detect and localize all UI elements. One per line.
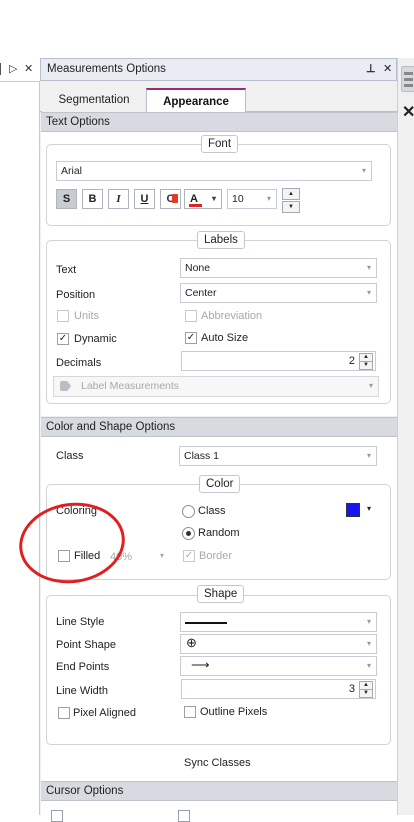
- text-options-header[interactable]: Text Options: [41, 112, 397, 132]
- text-select-value: None: [185, 262, 211, 274]
- label-measurements-placeholder: Label Measurements: [81, 380, 180, 392]
- close-icon[interactable]: ✕: [24, 62, 33, 75]
- panel-title: Measurements Options: [47, 63, 166, 75]
- font-group-title: Font: [201, 135, 239, 153]
- right-dock-strip: ✕: [397, 58, 414, 815]
- autosize-label: Auto Size: [201, 332, 249, 344]
- label-measurements-select[interactable]: Label Measurements ▾: [53, 376, 379, 397]
- chevron-down-icon: ▾: [366, 617, 371, 626]
- pixel-aligned-checkbox[interactable]: [58, 707, 70, 719]
- class-radio-label: Class: [198, 505, 226, 517]
- panel-close-icon[interactable]: ✕: [383, 62, 392, 75]
- decimals-value: 2: [348, 355, 355, 367]
- arrow-right-icon: ⟶: [191, 657, 210, 672]
- edge-mark: [0, 63, 1, 75]
- font-size-up-button[interactable]: ▲: [282, 188, 300, 200]
- chevron-down-icon[interactable]: ▾: [367, 504, 371, 513]
- line-width-value: 3: [348, 683, 355, 695]
- autosize-checkbox[interactable]: ✓: [185, 332, 197, 344]
- tab-left-arrow-icon[interactable]: ▷: [9, 62, 17, 75]
- line-width-label: Line Width: [56, 685, 108, 697]
- font-size-value: 10: [232, 193, 244, 205]
- decimals-spinbox[interactable]: 2 ▲ ▼: [181, 351, 376, 371]
- chevron-down-icon: ▾: [366, 639, 371, 648]
- border-label: Border: [199, 550, 233, 562]
- close-icon[interactable]: ✕: [402, 102, 414, 122]
- left-dock-toolbar: ▷ ✕: [0, 58, 40, 82]
- font-color-bar: [189, 204, 202, 207]
- text-label: Text: [56, 264, 77, 276]
- line-style-label: Line Style: [56, 616, 105, 628]
- font-size-down-button[interactable]: ▼: [282, 201, 300, 213]
- labels-group-title: Labels: [197, 231, 245, 249]
- color-shape-header[interactable]: Color and Shape Options: [41, 417, 397, 437]
- chevron-down-icon: ▾: [366, 451, 371, 460]
- tab-appearance[interactable]: Appearance: [146, 88, 246, 112]
- font-color-button[interactable]: A ▾: [184, 189, 222, 209]
- cursor-options-header[interactable]: Cursor Options: [41, 781, 397, 801]
- left-dock-strip: [0, 58, 40, 815]
- chevron-down-icon: ▾: [266, 194, 271, 203]
- color-group-title: Color: [199, 475, 241, 493]
- chevron-down-icon: ▾: [212, 194, 217, 203]
- chevron-down-icon: ▾: [361, 166, 366, 175]
- layers-icon[interactable]: [401, 66, 414, 92]
- dynamic-checkbox[interactable]: ✓: [57, 333, 69, 345]
- end-points-label: End Points: [56, 661, 110, 673]
- tab-segmentation[interactable]: Segmentation: [42, 88, 146, 112]
- class-select-value: Class 1: [184, 450, 220, 462]
- position-select-value: Center: [185, 287, 217, 299]
- font-family-value: Arial: [61, 165, 83, 177]
- crosshair-circle-icon: ⊕: [186, 635, 197, 650]
- class-label: Class: [56, 450, 84, 462]
- cursor-options-body: [41, 801, 397, 822]
- abbreviation-checkbox[interactable]: [185, 310, 197, 322]
- color-swatch[interactable]: [346, 503, 360, 517]
- units-label: Units: [74, 310, 100, 322]
- tag-icon: [60, 381, 71, 391]
- text-select[interactable]: None ▾: [180, 258, 377, 278]
- cursor-option-checkbox[interactable]: [51, 810, 63, 822]
- line-style-select[interactable]: ▾: [180, 612, 377, 632]
- solid-line-icon: [185, 622, 227, 624]
- cursor-option-checkbox[interactable]: [178, 810, 190, 822]
- line-width-down-button[interactable]: ▼: [359, 689, 373, 698]
- point-shape-label: Point Shape: [56, 639, 116, 651]
- dynamic-label: Dynamic: [74, 333, 117, 345]
- chevron-down-icon: ▾: [368, 381, 373, 390]
- font-family-select[interactable]: Arial ▾: [56, 161, 372, 181]
- chevron-down-icon: ▾: [366, 263, 371, 272]
- color-fill-button[interactable]: C: [160, 189, 181, 209]
- units-checkbox[interactable]: [57, 310, 69, 322]
- border-checkbox[interactable]: ✓: [183, 550, 195, 562]
- font-group: [46, 144, 391, 226]
- bold-button[interactable]: B: [82, 189, 103, 209]
- chevron-down-icon: ▾: [366, 661, 371, 670]
- decimals-down-button[interactable]: ▼: [359, 361, 373, 370]
- class-radio[interactable]: [182, 505, 195, 518]
- line-width-spinbox[interactable]: 3 ▲ ▼: [181, 679, 376, 699]
- shape-group-title: Shape: [197, 585, 245, 603]
- pixel-aligned-label: Pixel Aligned: [73, 707, 136, 719]
- abbreviation-label: Abbreviation: [201, 310, 263, 322]
- class-select[interactable]: Class 1 ▾: [179, 446, 377, 466]
- pin-icon[interactable]: ⊥: [366, 62, 376, 75]
- position-label: Position: [56, 289, 96, 301]
- sync-classes-button[interactable]: Sync Classes: [184, 757, 251, 769]
- shadow-button[interactable]: S: [56, 189, 77, 209]
- random-radio-label: Random: [198, 527, 240, 539]
- outline-pixels-checkbox[interactable]: [184, 706, 196, 718]
- italic-button[interactable]: I: [108, 189, 129, 209]
- underline-button[interactable]: U: [134, 189, 155, 209]
- end-points-select[interactable]: ⟶ ▾: [180, 656, 377, 676]
- chevron-down-icon: ▾: [160, 551, 165, 560]
- chevron-down-icon: ▾: [366, 288, 371, 297]
- font-size-select[interactable]: 10 ▾: [227, 189, 277, 209]
- position-select[interactable]: Center ▾: [180, 283, 377, 303]
- decimals-label: Decimals: [56, 357, 102, 369]
- random-radio[interactable]: [182, 527, 195, 540]
- paint-bucket-icon: [172, 194, 178, 203]
- point-shape-select[interactable]: ⊕ ▾: [180, 634, 377, 654]
- outline-pixels-label: Outline Pixels: [200, 706, 268, 718]
